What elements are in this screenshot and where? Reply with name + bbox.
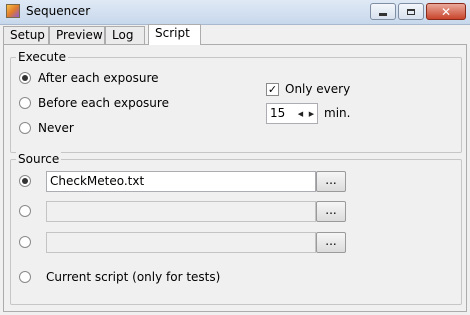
script-path-field-1[interactable]: CheckMeteo.txt xyxy=(46,171,316,192)
radio-label: After each exposure xyxy=(38,71,159,85)
execute-group: Execute After each exposure Before each … xyxy=(10,50,462,153)
tab-preview[interactable]: Preview xyxy=(49,26,105,44)
radio-never[interactable]: Never xyxy=(19,121,74,135)
browse-button-2[interactable]: ... xyxy=(316,201,346,222)
tab-setup[interactable]: Setup xyxy=(3,26,49,44)
source-legend: Source xyxy=(16,152,62,166)
source-radio-1[interactable] xyxy=(19,175,31,187)
browse-button-3[interactable]: ... xyxy=(316,232,346,253)
interval-unit: min. xyxy=(324,106,351,120)
decrement-arrow-icon[interactable]: ◀ xyxy=(295,104,306,123)
browse-button-1[interactable]: ... xyxy=(316,171,346,192)
radio-after-each-exposure[interactable]: After each exposure xyxy=(19,71,159,85)
increment-arrow-icon[interactable]: ▶ xyxy=(306,104,317,123)
only-every-checkbox[interactable]: ✓ xyxy=(266,82,279,96)
interval-stepper[interactable]: 15 ◀ ▶ xyxy=(266,103,318,124)
source-group: Source CheckMeteo.txt ... ... ... Curren… xyxy=(10,152,462,305)
title-bar: Sequencer ✕ xyxy=(0,0,470,25)
script-tab-panel: Execute After each exposure Before each … xyxy=(3,44,467,312)
radio-button[interactable] xyxy=(19,97,31,109)
minimize-button[interactable] xyxy=(370,3,396,20)
current-script-label: Current script (only for tests) xyxy=(46,270,221,284)
maximize-icon xyxy=(407,8,415,15)
radio-label: Never xyxy=(38,121,74,135)
source-radio-2[interactable] xyxy=(19,205,31,217)
radio-button[interactable] xyxy=(19,271,31,283)
tab-script[interactable]: Script xyxy=(148,24,201,45)
radio-current-script[interactable]: Current script (only for tests) xyxy=(19,270,220,284)
radio-before-each-exposure[interactable]: Before each exposure xyxy=(19,96,169,110)
stepper-buttons: ◀ ▶ xyxy=(295,104,317,123)
interval-value[interactable]: 15 xyxy=(270,106,285,120)
tab-log[interactable]: Log xyxy=(105,26,145,44)
source-radio-3[interactable] xyxy=(19,236,31,248)
only-every-label: Only every xyxy=(285,82,351,96)
close-icon: ✕ xyxy=(440,4,452,19)
execute-legend: Execute xyxy=(16,50,68,64)
only-every-checkbox-row[interactable]: ✓ Only every xyxy=(266,82,350,96)
radio-label: Before each exposure xyxy=(38,96,169,110)
radio-button[interactable] xyxy=(19,72,31,84)
maximize-button[interactable] xyxy=(398,3,424,20)
minimize-icon xyxy=(379,12,387,16)
app-icon xyxy=(6,4,20,18)
window-title: Sequencer xyxy=(26,4,91,18)
script-path-field-2[interactable] xyxy=(46,201,316,222)
close-button[interactable]: ✕ xyxy=(426,3,466,20)
script-path-field-3[interactable] xyxy=(46,232,316,253)
radio-button[interactable] xyxy=(19,122,31,134)
